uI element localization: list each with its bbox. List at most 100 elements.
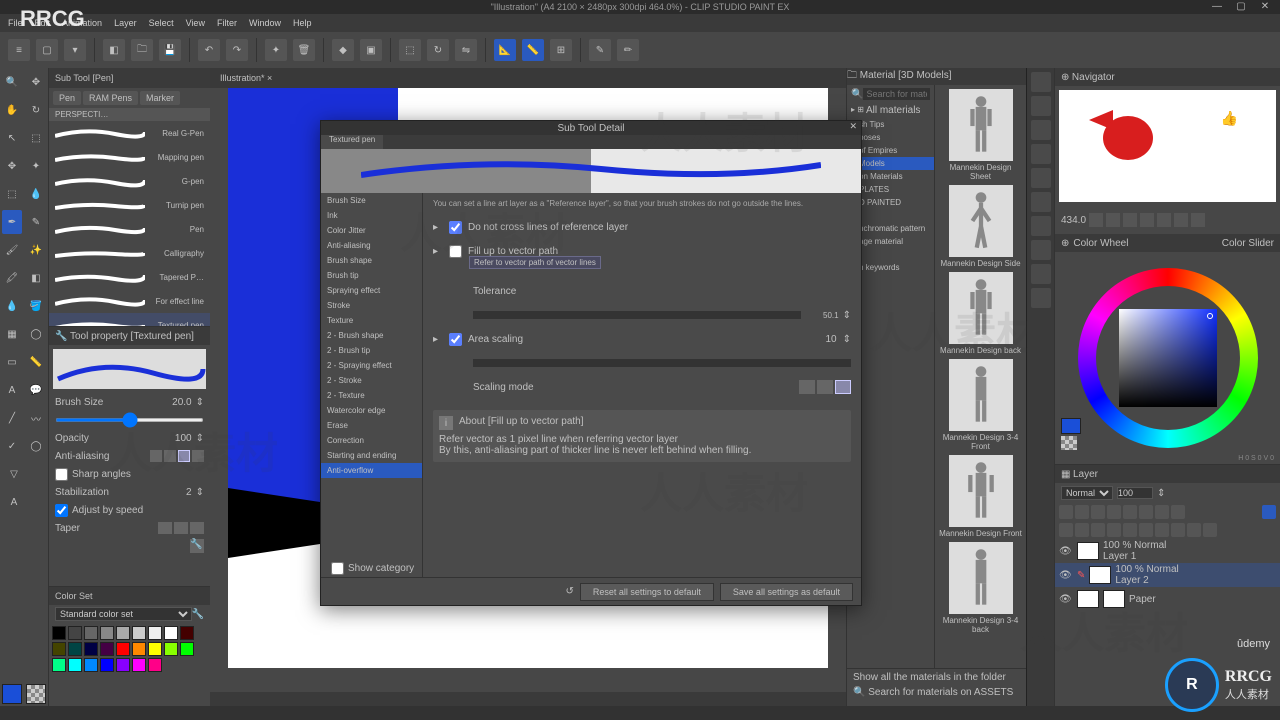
color-square[interactable] [1119,309,1217,407]
color-swatch[interactable] [180,626,194,640]
color-swatch[interactable] [84,658,98,672]
tolerance-value[interactable]: 50.1 [805,311,839,320]
list-item[interactable]: For effect line [49,289,210,313]
marquee-icon[interactable]: ⬚ [2,182,22,206]
dside-item[interactable]: 2 - Spraying effect [321,358,422,373]
dock-item[interactable] [1031,120,1051,140]
eye-icon[interactable]: 👁 [1059,570,1073,581]
navigator-preview[interactable]: 👍 [1059,90,1276,202]
list-item[interactable]: Real G-Pen [49,121,210,145]
reset-all-button[interactable]: Reset all settings to default [580,583,714,601]
layer-opacity-input[interactable] [1117,487,1153,499]
material-item[interactable]: Mannekin Design back [939,272,1022,355]
layer-tool[interactable] [1171,505,1185,519]
opacity-value[interactable]: 100 [175,433,192,444]
menu-help[interactable]: Help [293,18,312,28]
layer-tool[interactable] [1107,505,1121,519]
aa-option-2[interactable] [164,450,176,462]
brush2-icon[interactable]: ✏ [617,39,639,61]
dialog-close-icon[interactable]: ✕ [849,121,857,132]
layer-row[interactable]: 👁100 % NormalLayer 1 [1055,539,1280,563]
material-search-input[interactable] [863,88,930,100]
mat-foot-link1[interactable]: Show all the materials in the folder [853,672,1020,683]
wrench-icon[interactable]: 🔧 [190,539,204,553]
expand-icon[interactable]: ▸ [433,334,443,345]
layer-tool[interactable] [1139,505,1153,519]
material-item[interactable]: Mannekin Design Sheet [939,89,1022,181]
wand-icon[interactable]: ✦ [26,154,46,178]
layer-tool[interactable] [1123,505,1137,519]
color-swatch[interactable] [164,626,178,640]
snap-special-icon[interactable]: 📏 [522,39,544,61]
eraser-icon[interactable]: ◧ [26,266,46,290]
area-scaling-value[interactable]: 10 [825,334,836,345]
color-swatch[interactable] [164,642,178,656]
dside-item[interactable]: Spraying effect [321,283,422,298]
show-category-checkbox[interactable] [331,562,344,575]
color-swatch[interactable] [84,626,98,640]
dside-item[interactable]: Brush shape [321,253,422,268]
gradient-icon[interactable]: ▦ [2,322,22,346]
color-swatch[interactable] [116,658,130,672]
delete-icon[interactable]: 🗑 [293,39,315,61]
fg-swatch[interactable] [1061,418,1081,434]
color-swatch[interactable] [148,658,162,672]
color-swatch[interactable] [68,626,82,640]
color-swatch[interactable] [68,658,82,672]
crop-icon[interactable]: ▣ [360,39,382,61]
flip-h-icon[interactable] [1174,213,1188,227]
layer-tool[interactable] [1187,523,1201,537]
aa-option-3[interactable] [178,450,190,462]
cw-tab[interactable]: Color Slider [1222,238,1274,249]
brush1-icon[interactable]: ✎ [589,39,611,61]
dock-item[interactable] [1031,96,1051,116]
taper-2[interactable] [174,522,188,534]
menu-layer[interactable]: Layer [114,18,137,28]
dside-item[interactable]: Starting and ending [321,448,422,463]
color-swatch[interactable] [116,642,130,656]
zoom-icon[interactable]: 🔍 [2,70,22,94]
document-tab[interactable]: Illustration* × [210,68,846,88]
layer-tool[interactable] [1262,505,1276,519]
color-swatch[interactable] [100,642,114,656]
revert-icon[interactable]: ↺ [565,586,573,597]
ellipse-icon[interactable]: ◯ [26,434,46,458]
subtool-tab-rampens[interactable]: RAM Pens [83,91,138,105]
taper-3[interactable] [190,522,204,534]
eye-icon[interactable]: 👁 [1059,546,1073,557]
pencil-icon[interactable]: ✎ [26,210,46,234]
minimize-button[interactable]: — [1206,0,1228,12]
menu-edit[interactable]: Edit [35,18,51,28]
dock-item[interactable] [1031,240,1051,260]
ruler-icon[interactable]: 📏 [26,350,46,374]
dside-item[interactable]: 2 - Brush shape [321,328,422,343]
brush-size-slider[interactable] [55,418,204,422]
undo-icon[interactable]: ↶ [198,39,220,61]
color-swatch[interactable] [132,642,146,656]
mat-foot-link2[interactable]: Search for materials on ASSETS [868,687,1013,698]
area-scaling-checkbox[interactable] [449,333,462,346]
list-item[interactable]: Mapping pen [49,145,210,169]
fill-icon[interactable]: 🪣 [26,294,46,318]
shape-icon[interactable]: ◯ [26,322,46,346]
brush-size-value[interactable]: 20.0 [172,397,191,408]
material-item[interactable]: Mannekin Design Side [939,185,1022,268]
scale-mode-1[interactable] [799,380,815,394]
layer-tool[interactable] [1075,505,1089,519]
dont-cross-checkbox[interactable] [449,221,462,234]
list-item[interactable]: Turnip pen [49,193,210,217]
dock-item[interactable] [1031,144,1051,164]
dside-item[interactable]: Correction [321,433,422,448]
flip-icon[interactable]: ⇋ [455,39,477,61]
fill-icon[interactable]: ◆ [332,39,354,61]
material-item[interactable]: Mannekin Design Front [939,455,1022,538]
colorset-select[interactable]: Standard color set [55,607,192,621]
rotate-icon[interactable]: ↻ [427,39,449,61]
color-swatch[interactable] [52,642,66,656]
dside-item[interactable]: 2 - Brush tip [321,343,422,358]
dock-item[interactable] [1031,264,1051,284]
dside-item[interactable]: Brush tip [321,268,422,283]
curve-icon[interactable]: 〰 [26,406,46,430]
flip-v-icon[interactable] [1191,213,1205,227]
layer-row[interactable]: 👁Paper [1055,587,1280,611]
